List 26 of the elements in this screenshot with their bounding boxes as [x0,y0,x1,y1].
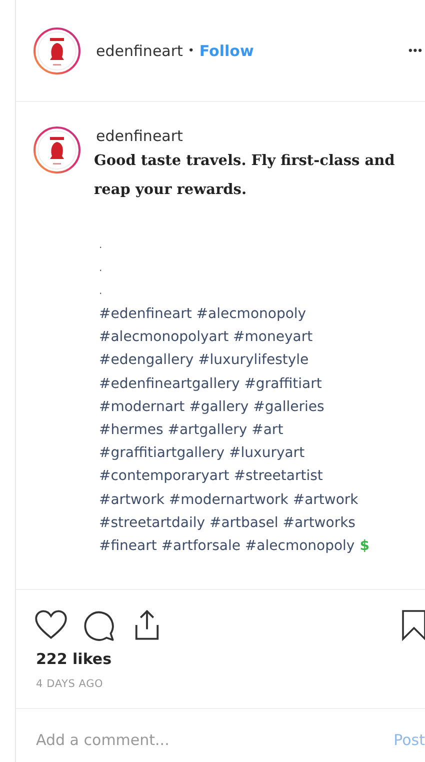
more-options-button[interactable]: ••• [408,44,423,56]
dot-line: . [99,239,104,253]
hashtag-line[interactable]: #hermes #artgallery #art [99,419,404,442]
hashtag-line[interactable]: #edengallery #luxurylifestyle [99,349,404,373]
bookmark-icon[interactable] [401,609,425,641]
avatar-logo-icon[interactable] [33,126,81,174]
hashtag-line[interactable]: #graffitiartgallery #luxuryart [99,442,404,466]
hashtag-line[interactable]: #alecmonopolyart #moneyart [99,326,404,350]
dollar-emoji: $ [360,538,370,554]
dot-line: . [99,285,104,299]
post-time: 4 DAYS AGO [16,668,425,709]
separator-dot: • [188,44,194,57]
hashtag-line[interactable]: #edenfineartgallery #graffitiart [99,372,404,396]
hashtag-line[interactable]: #streetartdaily #artbasel #artworks [99,512,404,536]
hashtag-line[interactable]: #fineart #artforsale #alecmonopoly [99,538,355,554]
hashtag-line[interactable]: #modernart #gallery #galleries [99,396,404,420]
hashtag-line[interactable]: #artwork #modernartwork #artwork [99,488,404,512]
heart-icon[interactable] [34,608,68,642]
hashtag-line[interactable]: #edenfineart #alecmonopoly [99,303,404,326]
likes-count[interactable]: 222 likes [16,642,425,668]
caption-text: Good taste travels. Fly first-class and reap your rewards. [94,151,396,200]
username[interactable]: edenfineart [96,42,183,60]
hashtag-line[interactable]: #contemporaryart #streetartist [99,465,404,489]
avatar-logo-icon[interactable] [33,26,81,74]
dot-line: . [99,262,104,276]
username[interactable]: edenfineart [96,126,404,146]
